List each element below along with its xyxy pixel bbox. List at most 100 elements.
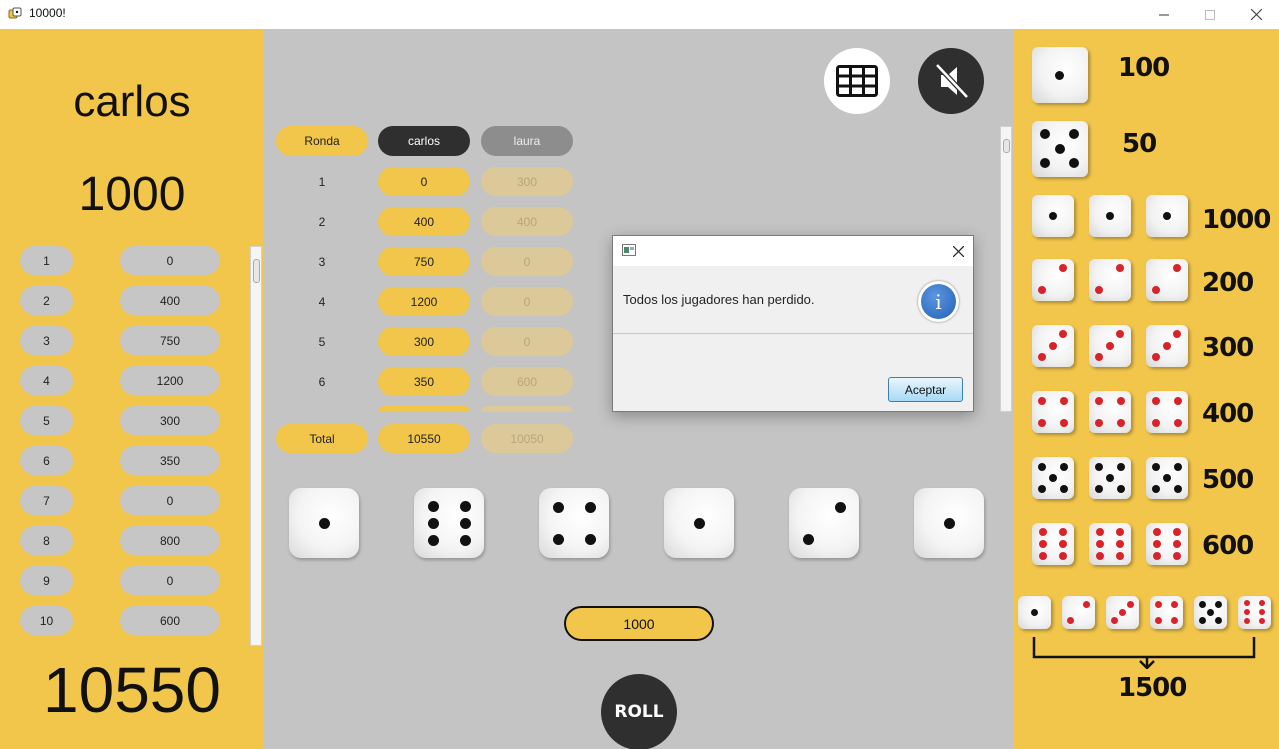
die-pip [553, 534, 564, 545]
legend-die [1146, 457, 1188, 499]
die-pip [1095, 286, 1103, 294]
list-item: 10 600 [0, 606, 250, 636]
dialog-close-button[interactable] [943, 236, 973, 266]
history-score: 600 [120, 606, 220, 635]
table-cell-laura: 400 [481, 207, 573, 236]
roll-button[interactable]: ROLL [601, 674, 677, 749]
history-round: 10 [20, 606, 73, 635]
scoreboard-button[interactable] [824, 48, 890, 114]
legend-value: 50 [1122, 129, 1157, 159]
legend-die [1089, 391, 1131, 433]
die-pip [1155, 601, 1162, 608]
legend-die [1089, 195, 1131, 237]
die-pip [1117, 419, 1125, 427]
game-window: 10000! carlos 1000 1 0 2 400 3 750 4 120… [0, 0, 1279, 749]
mute-button[interactable] [918, 48, 984, 114]
total-score: 10550 [43, 654, 221, 726]
close-icon [952, 245, 964, 257]
history-round: 9 [20, 566, 73, 595]
close-button[interactable] [1233, 0, 1279, 29]
die-pip [694, 518, 705, 529]
die-pip [1174, 397, 1182, 405]
scoring-legend-panel: 100 50 1000 200 300 400 500 600 1500 [1014, 29, 1279, 749]
table-cell-round: 2 [318, 214, 326, 229]
die-1[interactable] [289, 488, 359, 558]
history-scrollbar[interactable] [250, 246, 262, 646]
die-pip [1111, 617, 1118, 624]
sound-muted-icon [935, 63, 969, 99]
table-cell-laura-partial [481, 406, 573, 412]
die-pip [1199, 617, 1206, 624]
die-pip [428, 501, 439, 512]
table-cell-laura: 300 [481, 167, 573, 196]
die-pip [1060, 463, 1068, 471]
die-pip [585, 534, 596, 545]
die-pip [1069, 129, 1079, 139]
die-pip [1060, 397, 1068, 405]
legend-die [1032, 391, 1074, 433]
history-score: 750 [120, 326, 220, 355]
legend-die [1032, 195, 1074, 237]
die-pip [1155, 617, 1162, 624]
table-cell-laura: 0 [481, 247, 573, 276]
table-cell-carlos: 350 [378, 367, 470, 396]
table-cell-carlos: 1200 [378, 287, 470, 316]
die-pip [1117, 463, 1125, 471]
die-3[interactable] [539, 488, 609, 558]
scrollbar-thumb[interactable] [253, 259, 260, 283]
die-pip [1055, 144, 1065, 154]
list-item: 8 800 [0, 526, 250, 556]
list-item: 3 750 [0, 326, 250, 356]
die-pip [1207, 609, 1214, 616]
accept-button[interactable]: Aceptar [888, 377, 963, 402]
die-5[interactable] [789, 488, 859, 558]
legend-value: 1000 [1202, 205, 1271, 235]
die-pip [1116, 540, 1124, 548]
minimize-button[interactable] [1141, 0, 1187, 29]
legend-value: 200 [1202, 268, 1254, 298]
die-pip [1069, 158, 1079, 168]
info-icon: i [918, 281, 959, 322]
history-round: 4 [20, 366, 73, 395]
die-pip [944, 518, 955, 529]
window-title: 10000! [29, 6, 66, 20]
player-name: carlos [73, 77, 191, 126]
legend-die [1018, 596, 1051, 629]
column-header-round: Ronda [276, 126, 368, 156]
game-over-dialog: Todos los jugadores han perdido. i Acept… [612, 235, 974, 412]
die-pip [1259, 609, 1265, 615]
die-pip [460, 535, 471, 546]
column-header-carlos[interactable]: carlos [378, 126, 470, 156]
dialog-message: Todos los jugadores han perdido. [623, 292, 815, 307]
die-pip [1095, 397, 1103, 405]
die-pip [1163, 212, 1171, 220]
die-pip [1038, 286, 1046, 294]
die-pip [1153, 540, 1161, 548]
legend-die [1062, 596, 1095, 629]
close-icon [1250, 9, 1262, 20]
window-icon [622, 244, 636, 256]
legend-die [1089, 259, 1131, 301]
die-pip [319, 518, 330, 529]
list-item: 2 400 [0, 286, 250, 316]
table-scrollbar[interactable] [1000, 126, 1012, 412]
die-2[interactable] [414, 488, 484, 558]
list-item: 9 0 [0, 566, 250, 596]
round-history-list[interactable]: 1 0 2 400 3 750 4 1200 5 300 6 350 7 0 8… [0, 246, 250, 646]
table-cell-carlos-partial [378, 406, 470, 412]
die-pip [1038, 485, 1046, 493]
die-pip [1059, 264, 1067, 272]
legend-die [1146, 325, 1188, 367]
die-6[interactable] [914, 488, 984, 558]
die-4[interactable] [664, 488, 734, 558]
die-pip [1152, 419, 1160, 427]
legend-die [1106, 596, 1139, 629]
die-pip [1095, 353, 1103, 361]
die-pip [1152, 485, 1160, 493]
die-pip [553, 502, 564, 513]
maximize-button[interactable] [1187, 0, 1233, 29]
die-pip [1173, 330, 1181, 338]
scrollbar-thumb[interactable] [1003, 139, 1010, 153]
column-header-laura[interactable]: laura [481, 126, 573, 156]
die-pip [428, 518, 439, 529]
